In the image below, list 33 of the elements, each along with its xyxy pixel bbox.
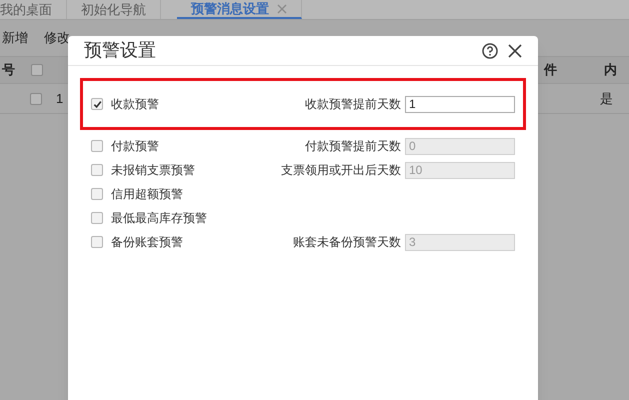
- column-header: 号: [2, 61, 16, 80]
- option-label: 最低最高库存预警: [111, 210, 208, 227]
- check-icon: [92, 100, 102, 108]
- checkbox[interactable]: [30, 92, 42, 104]
- checkbox[interactable]: [91, 212, 103, 224]
- field-label: 账套未备份预警天数: [293, 234, 401, 251]
- checkbox[interactable]: [91, 164, 103, 176]
- option-label: 付款预警: [111, 138, 160, 155]
- option-label: 未报销支票预警: [111, 162, 196, 179]
- checkbox[interactable]: [91, 188, 103, 200]
- checkbox[interactable]: [91, 236, 103, 248]
- column-header: 件: [544, 61, 558, 80]
- option-label: 备份账套预警: [111, 234, 184, 251]
- option-label: 收款预警: [111, 96, 160, 113]
- option-label: 信用超额预警: [111, 186, 184, 203]
- field-label: 支票领用或开出后天数: [281, 162, 401, 179]
- table-cell-text: 是: [600, 90, 613, 108]
- dialog-title: 预警设置: [84, 39, 157, 62]
- column-header: 内: [604, 61, 617, 80]
- toolbar-button[interactable]: 新增: [2, 28, 28, 48]
- checkbox[interactable]: [31, 64, 43, 76]
- checkbox[interactable]: [91, 98, 103, 110]
- tab[interactable]: 初始化导航: [67, 0, 161, 19]
- input-field[interactable]: 1: [405, 96, 515, 112]
- toolbar-button[interactable]: 修改: [44, 28, 70, 48]
- field-label: 付款预警提前天数: [305, 138, 401, 155]
- help-icon[interactable]: [482, 42, 498, 58]
- tab[interactable]: 预警消息设置: [177, 0, 302, 19]
- tab[interactable]: 我的桌面: [0, 0, 67, 19]
- checkbox[interactable]: [91, 140, 103, 152]
- close-icon[interactable]: [508, 44, 522, 58]
- table-cell-text: 1: [56, 90, 64, 108]
- field-label: 收款预警提前天数: [305, 96, 401, 113]
